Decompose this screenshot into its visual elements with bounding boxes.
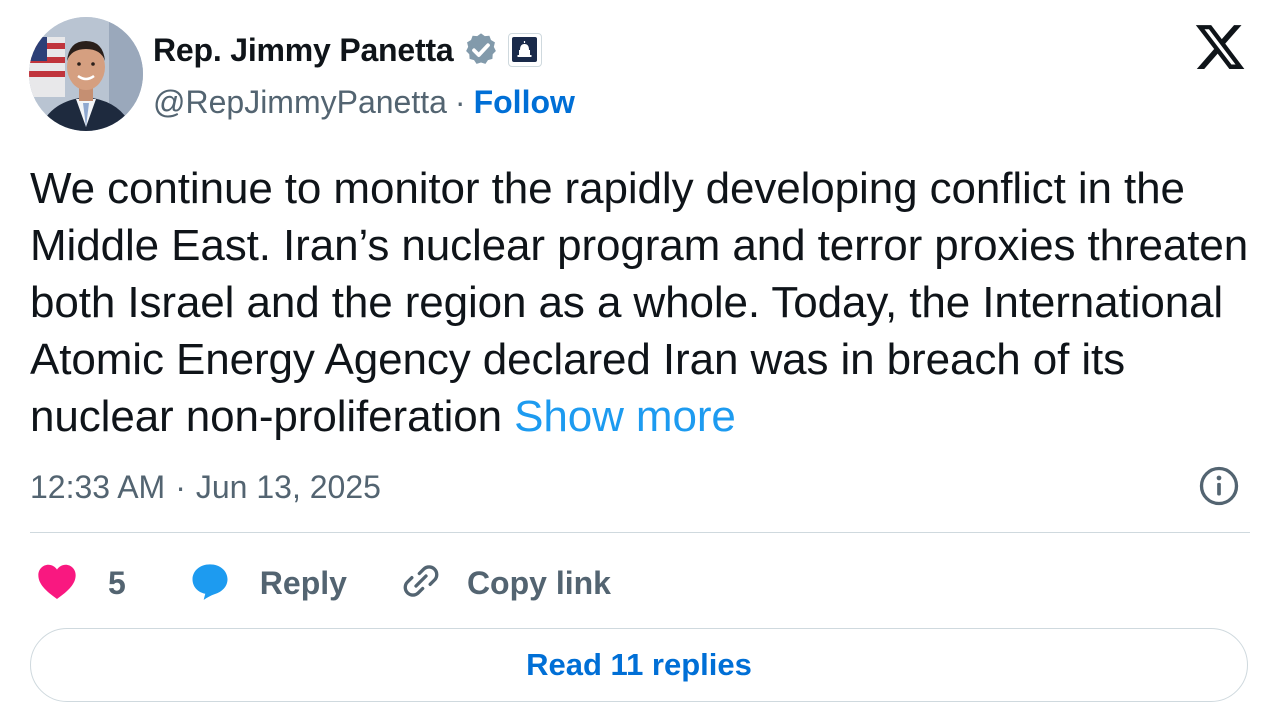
reply-label: Reply	[259, 564, 347, 601]
tweet-actions: 5 Reply Copy link	[36, 556, 611, 610]
verified-badge-icon	[462, 31, 500, 69]
author-display-name[interactable]: Rep. Jimmy Panetta	[153, 32, 454, 69]
x-logo-icon[interactable]	[1192, 20, 1248, 74]
tweet-date: Jun 13, 2025	[195, 468, 381, 505]
author-name-row: Rep. Jimmy Panetta	[153, 27, 542, 73]
author-handle[interactable]: @RepJimmyPanetta	[153, 84, 447, 121]
reply-button[interactable]: Reply	[188, 560, 401, 607]
tweet-timestamp[interactable]: 12:33 AM · Jun 13, 2025	[30, 465, 381, 509]
tweet-text: We continue to monitor the rapidly devel…	[30, 160, 1250, 445]
government-affiliation-icon[interactable]	[507, 33, 542, 67]
tweet-time: 12:33 AM	[30, 468, 166, 505]
follow-button[interactable]: Follow	[474, 84, 575, 121]
avatar-image	[29, 17, 143, 131]
like-count: 5	[108, 564, 126, 601]
divider	[30, 532, 1250, 533]
reply-icon	[188, 560, 232, 607]
info-icon[interactable]	[1198, 465, 1240, 507]
meta-separator: ·	[175, 468, 186, 505]
copy-link-label: Copy link	[466, 564, 611, 601]
handle-separator: ·	[454, 83, 466, 120]
show-more-link[interactable]: Show more	[514, 392, 736, 441]
author-handle-row: @RepJimmyPanetta · Follow	[153, 80, 575, 124]
copy-link-button[interactable]: Copy link	[401, 561, 611, 606]
link-icon	[401, 561, 441, 606]
avatar[interactable]	[29, 17, 143, 131]
like-button[interactable]: 5	[36, 562, 188, 605]
read-replies-button[interactable]: Read 11 replies	[30, 628, 1248, 702]
tweet-embed-card: Rep. Jimmy Panetta @RepJimmyPanetta · Fo…	[0, 0, 1280, 711]
heart-icon	[36, 562, 78, 605]
read-replies-label: Read 11 replies	[526, 647, 752, 682]
